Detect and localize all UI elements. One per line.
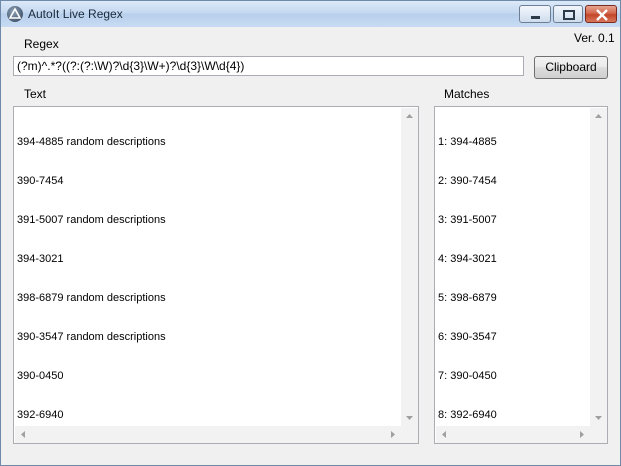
text-horizontal-scrollbar[interactable] [15, 426, 401, 443]
title-bar[interactable]: AutoIt Live Regex [1, 1, 620, 27]
scrollbar-corner [401, 426, 418, 443]
scroll-down-arrow-icon [406, 416, 413, 420]
text-line: 391-5007 random descriptions [17, 214, 166, 226]
matches-content: 1: 394-4885 2: 390-7454 3: 391-5007 4: 3… [438, 110, 497, 443]
maximize-button[interactable] [553, 5, 583, 23]
match-line: 7: 390-0450 [438, 370, 497, 382]
text-line: 398-6879 random descriptions [17, 292, 166, 304]
matches-area[interactable]: 1: 394-4885 2: 390-7454 3: 391-5007 4: 3… [434, 106, 608, 444]
maximize-icon [563, 10, 575, 20]
text-area[interactable]: 394-4885 random descriptions 390-7454 39… [13, 106, 419, 444]
text-content: 394-4885 random descriptions 390-7454 39… [17, 110, 166, 443]
close-button[interactable] [585, 5, 617, 23]
text-line: 392-6940 [17, 409, 64, 421]
scroll-down-arrow-icon [595, 416, 602, 420]
close-icon [596, 9, 608, 21]
scroll-right-arrow-icon [391, 431, 395, 438]
match-line: 5: 398-6879 [438, 292, 497, 304]
text-line: 394-4885 random descriptions [17, 136, 166, 148]
text-line: 394-3021 [17, 253, 64, 265]
minimize-button[interactable] [519, 5, 551, 23]
match-line: 2: 390-7454 [438, 175, 497, 187]
match-line: 6: 390-3547 [438, 331, 497, 343]
clipboard-button[interactable]: Clipboard [534, 56, 608, 79]
matches-horizontal-scrollbar[interactable] [436, 426, 590, 443]
matches-vertical-scrollbar[interactable] [590, 108, 607, 426]
matches-label: Matches [444, 87, 490, 101]
scrollbar-corner [590, 426, 607, 443]
minimize-icon [531, 16, 540, 19]
scroll-left-arrow-icon [442, 431, 446, 438]
text-line: 390-7454 [17, 175, 64, 187]
scroll-up-arrow-icon [406, 114, 413, 118]
scroll-right-arrow-icon [580, 431, 584, 438]
autoit-logo-icon [7, 6, 23, 22]
match-line: 4: 394-3021 [438, 253, 497, 265]
text-line: 390-3547 random descriptions [17, 331, 166, 343]
window-title: AutoIt Live Regex [28, 7, 123, 21]
version-label: Ver. 0.1 [574, 31, 615, 45]
match-line: 8: 392-6940 [438, 409, 497, 421]
text-line: 390-0450 [17, 370, 64, 382]
main-window: AutoIt Live Regex Ver. 0.1 Regex (?m)^.*… [0, 0, 621, 466]
regex-label: Regex [24, 37, 59, 51]
text-vertical-scrollbar[interactable] [401, 108, 418, 426]
match-line: 1: 394-4885 [438, 136, 497, 148]
text-label: Text [24, 87, 47, 101]
scroll-up-arrow-icon [595, 114, 602, 118]
regex-input[interactable]: (?m)^.*?((?:(?:\W)?\d{3}\W+)?\d{3}\W\d{4… [13, 56, 524, 76]
match-line: 3: 391-5007 [438, 214, 497, 226]
scroll-left-arrow-icon [21, 431, 25, 438]
